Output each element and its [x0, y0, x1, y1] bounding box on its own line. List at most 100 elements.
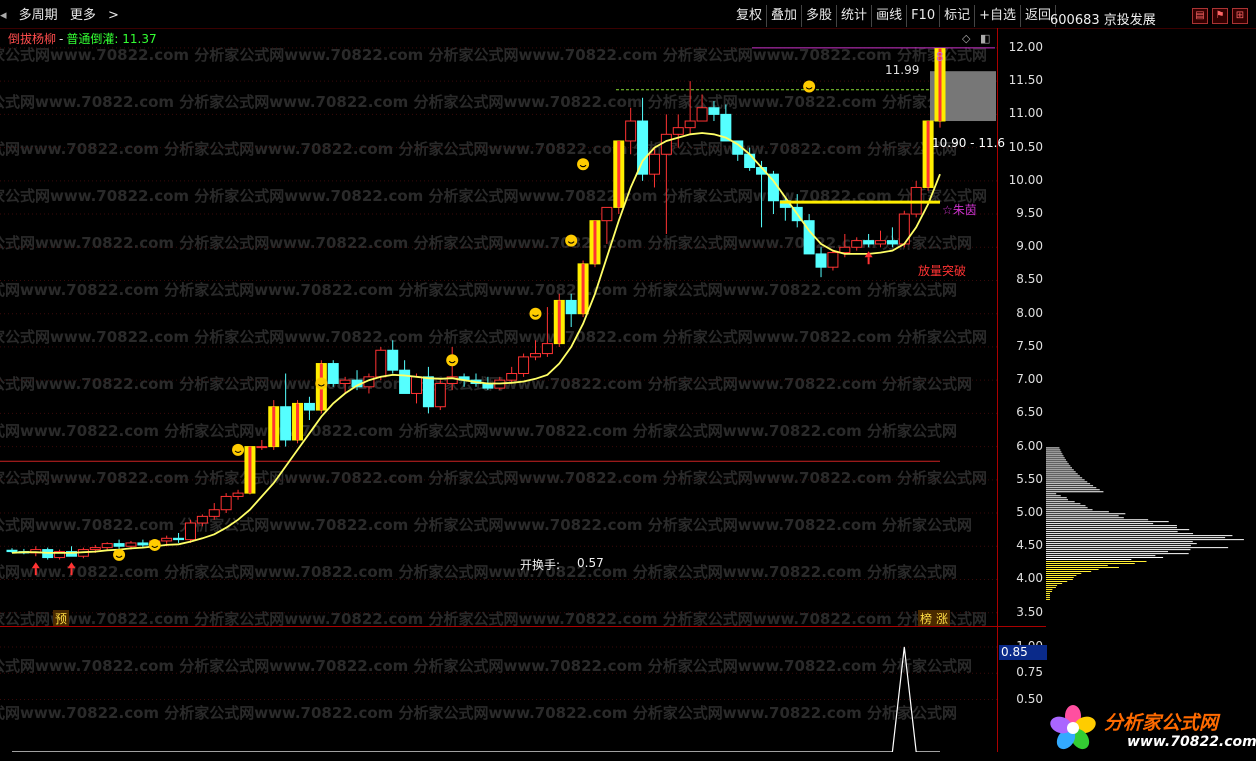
ma-line: [12, 133, 940, 553]
candle-body: [102, 544, 112, 548]
candle-body: [876, 241, 886, 244]
candle-body: [507, 374, 517, 381]
stock-code-name: 600683 京投发展: [1050, 9, 1156, 28]
logo-url: www.70822.com: [1127, 734, 1256, 750]
smiley-icon: [113, 549, 125, 561]
candle-body: [709, 108, 719, 115]
back-arrow-icon[interactable]: ◂: [0, 8, 7, 23]
up-arrow-icon: [67, 562, 75, 568]
high-price-label: 11.99: [885, 63, 919, 77]
candle-core: [558, 300, 561, 343]
volume-svg: [0, 627, 997, 752]
candle-body: [542, 344, 552, 354]
window-icon[interactable]: ◧: [980, 32, 990, 45]
candle-body: [602, 207, 612, 220]
logo-name: 分析家公式网: [1104, 708, 1218, 735]
smiley-icon: [315, 377, 327, 389]
candle-body: [340, 380, 350, 383]
vol-tick-label: 0.50: [1016, 692, 1043, 706]
candle-core: [296, 403, 299, 440]
smiley-icon: [446, 354, 458, 366]
zhang-marker: 涨: [934, 610, 950, 627]
turnover-value: 0.57: [577, 556, 604, 570]
candle-core: [593, 221, 596, 264]
smiley-icon: [803, 80, 815, 92]
candle-body: [197, 516, 207, 523]
candle-core: [927, 121, 930, 187]
price-tick-label: 10.00: [1009, 173, 1043, 187]
price-tick-label: 11.00: [1009, 106, 1043, 120]
breakout-label: 放量突破: [918, 262, 966, 279]
candle-body: [566, 300, 576, 313]
volume-profile: [1046, 28, 1256, 626]
candle-body: [221, 496, 231, 509]
vol-tick-label: 0.75: [1016, 665, 1043, 679]
price-chart[interactable]: ◇ ◧ 8 11.99 10.90 - 11.6 ☆朱茵 放量突破 开换手: 0…: [0, 28, 997, 626]
candle-body: [697, 108, 707, 121]
candle-body: [90, 548, 100, 550]
price-tick-label: 7.00: [1016, 372, 1043, 386]
price-tick-label: 4.50: [1016, 538, 1043, 552]
smiley-icon: [149, 539, 161, 551]
candle-body: [304, 403, 314, 410]
candle-body: [626, 121, 636, 141]
toolbar-button[interactable]: 叠加: [767, 5, 802, 27]
candle-body: [638, 121, 648, 174]
diamond-icon[interactable]: ◇: [962, 32, 970, 45]
price-tick-label: 5.50: [1016, 472, 1043, 486]
candle-body: [816, 254, 826, 267]
info-icon[interactable]: ⊞: [1232, 8, 1248, 24]
candle-body: [209, 510, 219, 517]
stock-chart-window: ◂ 多周期 更多 > 复权 叠加 多股 统计 画线 F10 标记 +自选 返回 …: [0, 0, 1256, 761]
candle-body: [685, 121, 695, 128]
top-menubar: ◂ 多周期 更多 > 复权 叠加 多股 统计 画线 F10 标记 +自选 返回 …: [0, 0, 1256, 29]
candle-body: [388, 350, 398, 370]
candle-core: [248, 447, 251, 494]
flag-icon[interactable]: ⚑: [1212, 8, 1228, 24]
volume-profile-svg: [1046, 28, 1256, 626]
candle-body: [423, 377, 433, 407]
yu-marker: 预: [53, 610, 69, 627]
candle-body: [840, 247, 850, 252]
price-tick-label: 8.50: [1016, 272, 1043, 286]
candle-body: [233, 493, 243, 496]
up-arrow-icon: [32, 562, 40, 568]
candle-core: [617, 141, 620, 207]
price-tick-label: 6.50: [1016, 405, 1043, 419]
toolbar-button[interactable]: 标记: [940, 5, 975, 27]
price-tick-label: 8.00: [1016, 306, 1043, 320]
candle-body: [7, 550, 17, 551]
price-tick-label: 4.00: [1016, 571, 1043, 585]
candle-body: [864, 241, 874, 244]
price-tick-label: 9.50: [1016, 206, 1043, 220]
smiley-icon: [529, 308, 541, 320]
price-tick-label: 7.50: [1016, 339, 1043, 353]
candle-body: [828, 253, 838, 268]
candle-body: [530, 354, 540, 357]
price-tick-label: 3.50: [1016, 605, 1043, 619]
toolbar-button[interactable]: 多股: [802, 5, 837, 27]
chart-icon[interactable]: ▤: [1192, 8, 1208, 24]
toolbar-button[interactable]: 画线: [872, 5, 907, 27]
toolbar-button[interactable]: 复权: [732, 5, 767, 27]
menu-more[interactable]: 更多 >: [70, 8, 127, 23]
chart-toolbar: 复权 叠加 多股 统计 画线 F10 标记 +自选 返回: [732, 5, 1056, 27]
candle-body: [281, 407, 291, 440]
candle-body: [745, 154, 755, 167]
zhuchou-label: ☆朱茵: [942, 201, 977, 218]
candle-body: [138, 543, 148, 545]
volume-panel: [0, 626, 997, 752]
toolbar-button[interactable]: +自选: [975, 5, 1021, 27]
window-controls: ▤ ⚑ ⊞: [1192, 8, 1248, 24]
menu-multi-period[interactable]: 多周期: [19, 8, 58, 23]
smiley-icon: [232, 444, 244, 456]
candle-body: [400, 370, 410, 393]
menu-more-label: 更多: [70, 8, 96, 23]
toolbar-button[interactable]: 统计: [837, 5, 872, 27]
toolbar-button[interactable]: F10: [907, 5, 940, 27]
bottom-status-strip: [0, 751, 1045, 761]
candle-body: [673, 128, 683, 135]
turnover-label: 开换手:: [520, 556, 560, 573]
candle-body: [126, 543, 136, 546]
candle-body: [649, 154, 659, 174]
